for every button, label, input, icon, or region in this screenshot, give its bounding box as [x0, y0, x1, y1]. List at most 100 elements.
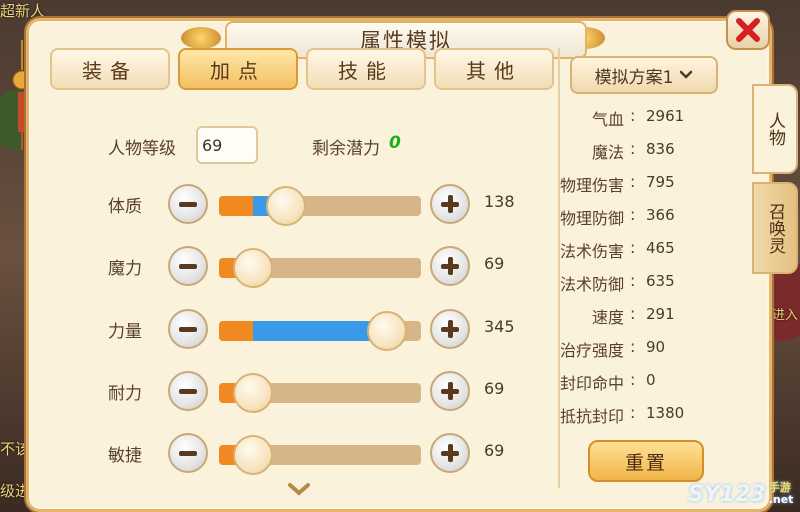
side-tab-summon[interactable]: 召唤灵 [752, 182, 798, 274]
minus-icon [179, 388, 197, 394]
stat-separator: : [630, 106, 636, 125]
increase-button[interactable] [430, 309, 470, 349]
minus-icon [179, 263, 197, 269]
stat-separator: : [630, 304, 636, 323]
stat-row: 速度 : 291 [566, 304, 736, 328]
side-tab-label: 召唤灵 [765, 202, 785, 254]
increase-button[interactable] [430, 433, 470, 473]
attribute-row: 力量 345 [0, 307, 560, 351]
slider-knob[interactable] [233, 435, 274, 475]
remaining-points-value: 0 [389, 133, 401, 153]
stat-row: 气血 : 2961 [566, 106, 736, 130]
decrease-button[interactable] [168, 433, 208, 473]
attribute-name: 魔力 [108, 259, 142, 279]
tab-label: 装备 [82, 58, 138, 83]
stat-value: 1380 [646, 404, 685, 422]
slider-knob[interactable] [366, 311, 407, 351]
attribute-value: 69 [484, 379, 505, 398]
decrease-button[interactable] [168, 246, 208, 286]
stat-label: 治疗强度 [559, 341, 624, 360]
stat-row: 法术防御 : 635 [560, 271, 736, 295]
stat-row: 治疗强度 : 90 [560, 337, 736, 361]
decrease-button[interactable] [168, 371, 208, 411]
decrease-button[interactable] [168, 184, 208, 224]
remaining-points-label: 剩余潜力 [312, 139, 380, 159]
stat-value: 90 [646, 338, 666, 356]
stat-separator: : [630, 238, 636, 257]
tab-label: 技能 [338, 58, 394, 83]
minus-icon [179, 326, 197, 332]
increase-button[interactable] [430, 184, 470, 224]
base-fill [219, 196, 254, 216]
base-fill [219, 321, 254, 341]
tab-skills[interactable]: 技能 [306, 48, 426, 90]
increase-button[interactable] [430, 246, 470, 286]
stat-row: 魔法 : 836 [566, 139, 736, 163]
stat-value: 0 [646, 371, 656, 389]
slider-knob[interactable] [233, 248, 274, 288]
stat-row: 封印命中 : 0 [560, 370, 736, 394]
stat-separator: : [630, 139, 636, 158]
tab-other[interactable]: 其他 [434, 48, 554, 90]
attribute-name: 敏捷 [108, 446, 142, 466]
minus-icon [179, 201, 197, 207]
stat-row: 法术伤害 : 465 [560, 238, 736, 262]
attribute-value: 138 [484, 192, 515, 211]
stat-label: 封印命中 [559, 374, 624, 393]
stat-label: 速度 [591, 308, 624, 327]
stat-label: 气血 [591, 110, 624, 129]
plan-dropdown[interactable]: 模拟方案1 [570, 56, 718, 94]
watermark-tld: .net [768, 493, 794, 506]
side-tab-label: 人物 [765, 112, 785, 146]
stat-row: 物理防御 : 366 [560, 205, 736, 229]
stat-value: 291 [646, 305, 675, 323]
reset-label: 重置 [624, 451, 667, 474]
slider-knob[interactable] [233, 373, 274, 413]
site-watermark-logo: SY123 手游 .net [688, 476, 800, 512]
attribute-name: 力量 [108, 322, 142, 342]
attribute-row: 体质 138 [0, 182, 560, 226]
stat-value: 836 [646, 140, 675, 158]
side-tab-character[interactable]: 人物 [752, 84, 798, 174]
stat-label: 法术防御 [559, 275, 624, 294]
chevron-down-icon [680, 70, 693, 79]
increase-button[interactable] [430, 371, 470, 411]
tab-add-points[interactable]: 加点 [178, 48, 298, 90]
scroll-down-arrow-icon[interactable] [287, 482, 311, 496]
level-input[interactable]: 69 [196, 126, 258, 164]
tab-label: 其他 [466, 58, 522, 83]
stat-label: 魔法 [591, 143, 624, 162]
slider-knob[interactable] [265, 186, 306, 226]
stat-value: 465 [646, 239, 675, 257]
stat-separator: : [630, 403, 636, 422]
close-button[interactable] [726, 10, 770, 50]
decrease-button[interactable] [168, 309, 208, 349]
attribute-row: 魔力 69 [0, 244, 560, 288]
title-ornament-left [181, 27, 221, 49]
tab-label: 加点 [210, 58, 266, 83]
attribute-name: 体质 [108, 197, 142, 217]
attribute-row: 敏捷 69 [0, 431, 560, 475]
attribute-value: 345 [484, 317, 515, 336]
attribute-value: 69 [484, 254, 505, 273]
reset-button[interactable]: 重置 [588, 440, 704, 482]
stat-value: 366 [646, 206, 675, 224]
plan-selected-label: 模拟方案1 [594, 67, 674, 88]
stat-value: 2961 [646, 107, 685, 125]
tab-equipment[interactable]: 装备 [50, 48, 170, 90]
stat-value: 635 [646, 272, 675, 290]
stat-label: 抵抗封印 [559, 407, 624, 426]
stat-separator: : [630, 271, 636, 290]
stat-separator: : [630, 172, 636, 191]
minus-icon [179, 450, 197, 456]
background-text: 进入 [772, 308, 799, 323]
level-label: 人物等级 [108, 139, 176, 159]
stat-separator: : [630, 337, 636, 356]
attribute-name: 耐力 [108, 384, 142, 404]
watermark-main: SY123 [688, 481, 766, 507]
attribute-slider-track[interactable] [219, 196, 421, 216]
stat-value: 795 [646, 173, 675, 191]
stat-separator: : [630, 205, 636, 224]
stat-separator: : [630, 370, 636, 389]
stat-row: 抵抗封印 : 1380 [560, 403, 736, 427]
